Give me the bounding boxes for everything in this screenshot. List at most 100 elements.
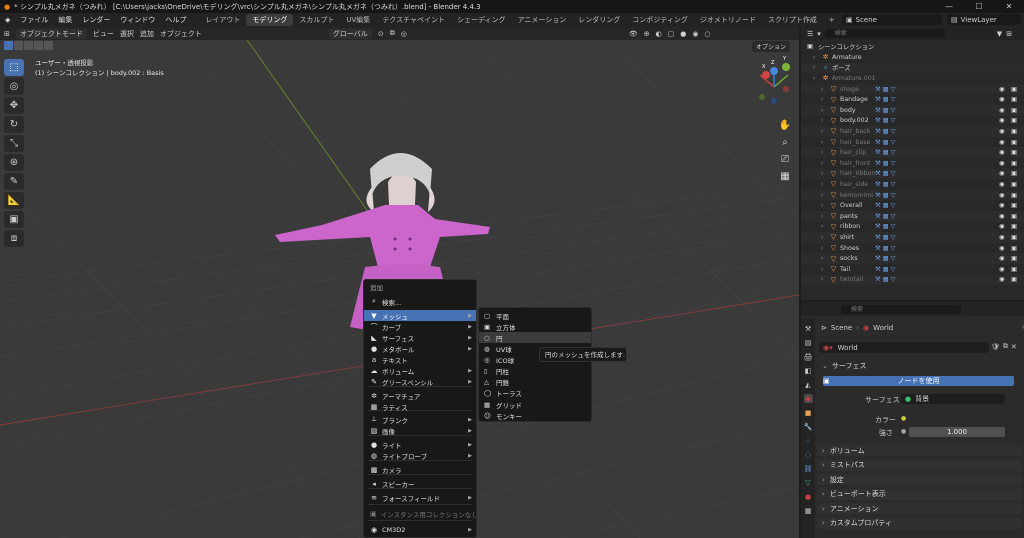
camera-render-icon[interactable]: ▣ — [1011, 255, 1017, 262]
eye-icon[interactable]: ◉ — [999, 245, 1005, 252]
mesh-submenu-item[interactable]: ○ 円 — [479, 332, 591, 343]
select-subtract-icon[interactable] — [24, 41, 33, 50]
minimize-button[interactable]: — — [934, 0, 964, 13]
camera-render-icon[interactable]: ▣ — [1011, 160, 1017, 167]
annotate-tool-icon[interactable]: ✎ — [4, 173, 24, 190]
outliner-row[interactable]: › ▽ hair_clip ⚒ ▦ ▽ ◉ ▣ — [801, 147, 1024, 158]
camera-render-icon[interactable]: ▣ — [1011, 117, 1017, 124]
add-menu-item[interactable]: ◍ ライトプローブ ▶ — [364, 450, 476, 461]
select-extend-icon[interactable] — [14, 41, 23, 50]
mesh-submenu-item[interactable]: △ 円錐 — [479, 376, 591, 387]
camera-render-icon[interactable]: ▣ — [1011, 149, 1017, 156]
add-menu-item[interactable]: ▨ 画像 ▶ — [364, 425, 476, 436]
tool-tab-icon[interactable]: ⚒ — [804, 324, 813, 333]
shading-solid-icon[interactable]: ● — [680, 30, 686, 38]
proportional-edit-icon[interactable]: ◎ — [401, 30, 407, 38]
mesh-submenu-item[interactable]: ▣ 立方体 — [479, 321, 591, 332]
ortho-grid-icon[interactable]: ▦ — [778, 169, 792, 183]
modifier-tab-icon[interactable]: 🔧 — [804, 422, 813, 431]
outliner-row[interactable]: › ▽ Bandage ⚒ ▦ ▽ ◉ ▣ — [801, 94, 1024, 105]
outliner-row[interactable]: › ▽ kemomimi ⚒ ▦ ▽ ◉ ▣ — [801, 189, 1024, 201]
data-tab-icon[interactable]: ▽ — [804, 478, 813, 487]
outliner-row[interactable]: › ▽ hair_front ⚒ ▦ ▽ ◉ ▣ — [801, 158, 1024, 169]
add-menu-item[interactable]: ● ライト ▶ — [364, 439, 476, 450]
properties-panel-header[interactable]: › カスタムプロパティ — [817, 517, 1022, 529]
tab-shading[interactable]: シェーディング — [451, 14, 512, 26]
expand-arrow-icon[interactable]: › — [813, 64, 821, 71]
add-menu-item[interactable]: ◣ サーフェス ▶ — [364, 332, 476, 343]
tab-compositing[interactable]: コンポジティング — [626, 14, 694, 26]
eye-icon[interactable]: ◉ — [999, 234, 1005, 241]
eye-icon[interactable]: ◉ — [999, 181, 1005, 188]
add-menu-search[interactable]: ⌕ 検索... — [364, 296, 476, 307]
outliner-row[interactable]: › ▽ shirt ⚒ ▦ ▽ ◉ ▣ — [801, 232, 1024, 243]
blender-menu-icon[interactable]: ◈ — [0, 16, 15, 24]
fake-user-icon[interactable]: 🛡 — [991, 343, 1000, 351]
add-menu-item[interactable]: ⌒ カーブ ▶ — [364, 321, 476, 332]
scene-tab-icon[interactable]: ◭ — [804, 380, 813, 389]
properties-panel-header[interactable]: › 設定 — [817, 474, 1022, 485]
properties-panel-header[interactable]: › ビューポート表示 — [817, 488, 1022, 500]
mesh-submenu-item[interactable]: ▢ 平面 — [479, 310, 591, 321]
add-menu-item[interactable]: a テキスト — [364, 354, 476, 365]
expand-arrow-icon[interactable]: › — [813, 54, 821, 61]
object-mode-dropdown[interactable]: オブジェクトモード — [15, 28, 87, 39]
outliner-row[interactable]: › ▽ shoge ⚒ ▦ ▽ ◉ ▣ — [801, 83, 1024, 95]
properties-search-input[interactable]: 検索 — [841, 304, 961, 314]
expand-arrow-icon[interactable]: › — [821, 96, 829, 103]
expand-arrow-icon[interactable]: › — [821, 245, 829, 252]
select-invert-icon[interactable] — [34, 41, 43, 50]
add-menu-item[interactable]: ✲ アーマチュア — [364, 390, 476, 401]
menu-add[interactable]: 追加 — [140, 29, 154, 39]
tab-geometry-nodes[interactable]: ジオメトリノード — [694, 14, 762, 26]
eye-icon[interactable]: ◉ — [999, 139, 1005, 146]
camera-render-icon[interactable]: ▣ — [1011, 192, 1017, 199]
properties-panel-header[interactable]: › ボリューム — [817, 445, 1022, 456]
eye-icon[interactable]: ◉ — [999, 223, 1005, 230]
outliner-search-input[interactable]: 検索 — [824, 29, 945, 38]
shading-material-icon[interactable]: ◉ — [692, 30, 698, 38]
eye-icon[interactable]: ◉ — [999, 170, 1005, 177]
eye-icon[interactable]: ◉ — [999, 86, 1005, 93]
tab-layout[interactable]: レイアウト — [199, 14, 246, 26]
view-layer-selector[interactable]: ▤ ViewLayer — [947, 14, 1021, 25]
visibility-icon[interactable]: 👁 — [629, 30, 638, 38]
camera-render-icon[interactable]: ▣ — [1011, 213, 1017, 220]
menu-window[interactable]: ウィンドウ — [115, 15, 160, 25]
eye-icon[interactable]: ◉ — [999, 96, 1005, 103]
overlay-toggle-icon[interactable]: ◐ — [656, 30, 662, 38]
menu-select[interactable]: 選択 — [120, 29, 134, 39]
outliner-row[interactable]: › ▽ pants ⚒ ▦ ▽ ◉ ▣ — [801, 211, 1024, 222]
outliner-row[interactable]: › ▽ hair_base ⚒ ▦ ▽ ◉ ▣ — [801, 137, 1024, 148]
eye-icon[interactable]: ◉ — [999, 117, 1005, 124]
use-nodes-button[interactable]: ノードを使用 — [823, 376, 1014, 386]
pivot-icon[interactable]: ⊙ — [378, 30, 384, 38]
outliner-row[interactable]: › ▽ twintail ⚒ ▦ ▽ ◉ ▣ — [801, 274, 1024, 286]
expand-arrow-icon[interactable]: › — [821, 128, 829, 135]
add-menu-item[interactable]: ✎ グリースペンシル ▶ — [364, 376, 476, 387]
expand-arrow-icon[interactable]: › — [821, 213, 829, 220]
outliner-row[interactable]: › ▽ body.002 ⚒ ▦ ▽ ◉ ▣ — [801, 116, 1024, 127]
camera-render-icon[interactable]: ▣ — [1011, 202, 1017, 209]
color-socket-icon[interactable]: ● — [901, 415, 906, 422]
outliner-row[interactable]: › ▽ socks ⚒ ▦ ▽ ◉ ▣ — [801, 253, 1024, 264]
eye-icon[interactable]: ◉ — [999, 202, 1005, 209]
camera-render-icon[interactable]: ▣ — [1011, 128, 1017, 135]
add-menu-item[interactable]: ◂ スピーカー — [364, 478, 476, 489]
object-tab-icon[interactable]: ■ — [804, 408, 813, 417]
add-menu-item[interactable]: ▣ インスタンス用コレクションなし — [364, 508, 476, 519]
expand-arrow-icon[interactable]: › — [821, 276, 829, 283]
add-menu-item[interactable]: ▩ カメラ — [364, 464, 476, 475]
particles-tab-icon[interactable]: ⁘ — [804, 436, 813, 445]
rotate-tool-icon[interactable]: ↻ — [4, 116, 24, 133]
tab-rendering[interactable]: レンダリング — [572, 14, 626, 26]
surface-shader-field[interactable]: ● 背景 — [901, 394, 1005, 404]
eye-icon[interactable]: ◉ — [999, 276, 1005, 283]
tab-uv-editing[interactable]: UV編集 — [340, 14, 376, 26]
add-menu-item[interactable]: ▦ ラティス — [364, 401, 476, 412]
outliner-row[interactable]: › ▽ hair_ribbon ⚒ ▦ ▽ ◉ ▣ — [801, 168, 1024, 180]
expand-arrow-icon[interactable]: › — [821, 192, 829, 199]
mesh-submenu-item[interactable]: ▯ 円柱 — [479, 365, 591, 376]
strength-socket-icon[interactable]: ● — [901, 428, 906, 435]
expand-arrow-icon[interactable]: › — [821, 223, 829, 230]
